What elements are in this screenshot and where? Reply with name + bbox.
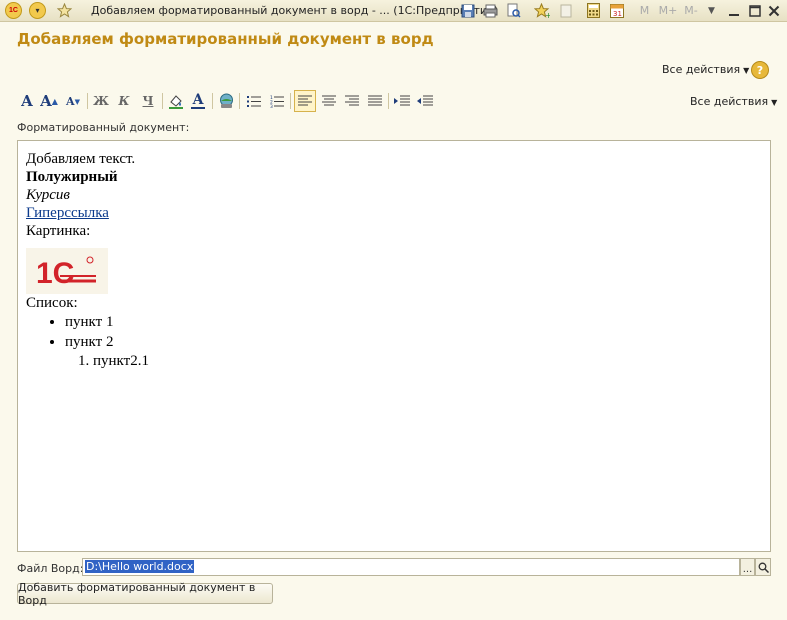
list-item: пункт 1 [65,312,762,332]
underline-icon[interactable]: Ч [138,90,158,112]
file-path-value: D:\Hello world.docx [85,560,195,573]
doc-list-label: Список: [26,295,78,311]
save-icon[interactable] [459,2,476,19]
calendar-icon[interactable]: 31 [608,2,625,19]
list-item: пункт2.1 [93,352,762,371]
all-actions-label: Все действия [690,95,769,108]
add-formatted-document-button[interactable]: Добавить форматированный документ в Ворд [17,581,273,607]
align-justify-icon[interactable] [365,90,385,112]
bulleted-list-icon[interactable] [244,90,264,112]
color-bar [191,106,205,109]
maximize-icon[interactable] [746,2,763,19]
toolbar-separator [290,93,291,109]
doc-picture-label: Картинка: [26,223,91,239]
1c-logo-icon[interactable]: 1С [5,2,22,19]
chevron-down-icon: ▼ [771,98,778,107]
decrease-arrow-icon: ▼ [74,96,80,106]
format-toolbar: A A ▲ A ▼ Ж К Ч A 123 [17,90,777,112]
file-path-input[interactable]: D:\Hello world.docx [82,558,740,576]
favorite-star-icon[interactable] [56,2,73,19]
toolbar-separator [162,93,163,109]
nav-menu-icon[interactable]: ▾ [29,2,46,19]
print-preview-icon[interactable] [505,2,522,19]
font-decrease-glyph: A [66,94,75,108]
add-favorite-icon[interactable]: + [533,2,550,19]
all-actions-label: Все действия [662,63,741,76]
background-color-icon[interactable] [166,90,186,112]
window-title: Добавляем форматированный документ в вор… [91,4,499,17]
align-right-icon[interactable] [342,90,362,112]
favorites-icon[interactable] [557,2,574,19]
doc-text-line: Добавляем текст. [26,151,136,167]
text-color-icon[interactable]: A [188,90,208,112]
font-decrease-icon[interactable]: A ▼ [63,90,83,112]
minimize-icon[interactable] [725,2,742,19]
align-center-icon[interactable] [319,90,339,112]
doc-bulleted-list: пункт 1 пункт 2 пункт2.1 [51,312,762,371]
decrease-indent-icon[interactable] [415,90,435,112]
memory-m-plus-icon[interactable]: M+ [657,2,679,19]
chevron-down-icon: ▼ [743,66,750,75]
close-icon[interactable] [765,2,782,19]
font-increase-icon[interactable]: A ▲ [39,90,59,112]
svg-text:+: + [545,11,550,18]
toolbar-separator [212,93,213,109]
svg-text:3: 3 [270,104,273,108]
align-left-icon[interactable] [294,90,316,112]
italic-icon[interactable]: К [114,90,134,112]
doc-picture-1c-logo: 1С [26,248,108,294]
calculator-icon[interactable] [585,2,602,19]
memory-m-minus-icon[interactable]: M- [681,2,701,19]
formatted-document-editor[interactable]: Добавляем текст. Полужирный Курсив Гипер… [17,140,771,552]
increase-arrow-icon: ▲ [51,96,58,106]
print-icon[interactable] [482,2,499,19]
all-actions-menu-top[interactable]: Все действия ▼ [662,63,749,76]
insert-picture-icon[interactable] [216,90,236,112]
bold-icon[interactable]: Ж [91,90,111,112]
doc-numbered-list: пункт2.1 [67,352,762,371]
doc-bold-text: Полужирный [26,169,118,185]
list-item-text: пункт 2 [65,334,114,350]
all-actions-menu-editor[interactable]: Все действия ▼ [690,95,777,108]
help-button[interactable]: ? [751,61,769,79]
memory-m-icon[interactable]: M [636,2,653,19]
font-increase-glyph: A [40,92,52,110]
file-field-label: Файл Ворд: [17,562,84,575]
font-icon[interactable]: A [17,90,37,112]
toolbar-separator [388,93,389,109]
toolbar-separator [87,93,88,109]
toolbar-separator [239,93,240,109]
doc-hyperlink[interactable]: Гиперссылка [26,205,109,221]
page-title: Добавляем форматированный документ в вор… [17,30,434,48]
increase-indent-icon[interactable] [392,90,412,112]
text-color-glyph: A [192,91,204,108]
svg-text:31: 31 [613,10,622,18]
select-file-button[interactable]: ... [740,558,755,576]
logo-text-1c: 1С [36,257,74,288]
window-title-bar: 1С ▾ Добавляем форматированный документ … [0,0,787,22]
doc-italic-text: Курсив [26,187,70,203]
document-field-label: Форматированный документ: [17,121,190,134]
list-item: пункт 2 пункт2.1 [65,332,762,371]
numbered-list-icon[interactable]: 123 [267,90,287,112]
open-file-search-icon[interactable] [755,558,771,576]
dropdown-icon[interactable]: ▼ [703,2,720,19]
